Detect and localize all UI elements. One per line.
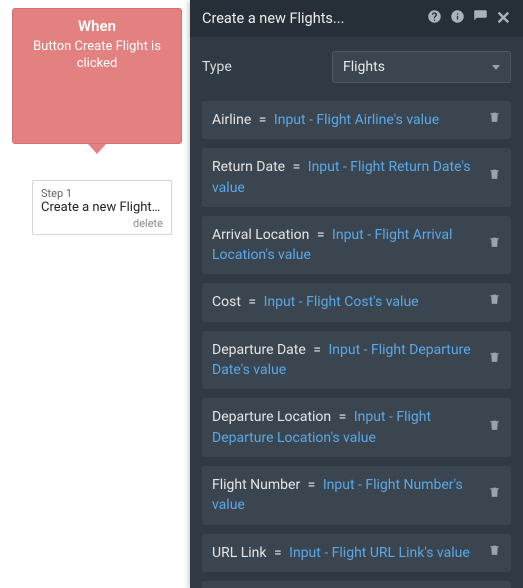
- field-content: URL Link = Input - Flight URL Link's val…: [212, 543, 482, 563]
- field-name: Airline: [212, 112, 251, 128]
- info-icon[interactable]: [450, 9, 465, 28]
- field-content: Cost = Input - Flight Cost's value: [212, 292, 482, 312]
- trash-icon[interactable]: [488, 350, 501, 370]
- field-name: Flight Number: [212, 477, 300, 493]
- field-name: URL Link: [212, 545, 267, 561]
- field-content: Departure Location = Input - Flight Depa…: [212, 407, 482, 448]
- field-content: Departure Date = Input - Flight Departur…: [212, 340, 482, 381]
- panel-title: Create a new Flights...: [202, 10, 344, 27]
- type-select[interactable]: Flights: [332, 51, 511, 83]
- trash-icon[interactable]: [488, 292, 501, 312]
- field-content: Return Date = Input - Flight Return Date…: [212, 157, 482, 198]
- chevron-down-icon: [492, 65, 500, 70]
- field-content: Airline = Input - Flight Airline's value: [212, 110, 482, 130]
- field-row[interactable]: Airline = Input - Flight Airline's value: [202, 101, 511, 139]
- trash-icon[interactable]: [488, 485, 501, 505]
- field-name: Arrival Location: [212, 227, 309, 243]
- property-panel: Create a new Flights... ✕ Type Flights A…: [190, 0, 523, 588]
- step-card[interactable]: Step 1 Create a new Flights... delete: [32, 180, 172, 235]
- field-row[interactable]: Departure Location = Input - Flight Depa…: [202, 398, 511, 457]
- field-row[interactable]: URL Link = Input - Flight URL Link's val…: [202, 534, 511, 572]
- step-title: Create a new Flights...: [41, 200, 163, 215]
- panel-header-icons: ✕: [427, 9, 511, 28]
- type-select-value: Flights: [343, 59, 385, 75]
- panel-body: Type Flights Airline = Input - Flight Ai…: [190, 37, 523, 588]
- trash-icon[interactable]: [488, 110, 501, 130]
- field-value-expression[interactable]: Input - Flight URL Link's value: [289, 545, 470, 561]
- step-number-label: Step 1: [41, 187, 163, 200]
- type-row: Type Flights: [202, 51, 511, 83]
- field-name: Return Date: [212, 159, 285, 175]
- step-delete-link[interactable]: delete: [41, 217, 163, 230]
- equals-sign: =: [274, 545, 282, 561]
- equals-sign: =: [308, 477, 316, 493]
- field-row[interactable]: Arrival Location = Input - Flight Arriva…: [202, 216, 511, 275]
- equals-sign: =: [248, 294, 256, 310]
- equals-sign: =: [293, 159, 301, 175]
- field-value-expression[interactable]: Input - Flight Airline's value: [274, 112, 439, 128]
- field-row[interactable]: Flight Number = Input - Flight Number's …: [202, 466, 511, 525]
- field-name: Cost: [212, 294, 241, 310]
- field-row[interactable]: Departure Date = Input - Flight Departur…: [202, 331, 511, 390]
- equals-sign: =: [259, 112, 267, 128]
- field-content: Flight Number = Input - Flight Number's …: [212, 475, 482, 516]
- field-name: Departure Date: [212, 342, 306, 358]
- equals-sign: =: [313, 342, 321, 358]
- field-name: Departure Location: [212, 409, 331, 425]
- when-event-card[interactable]: When Button Create Flight is clicked: [12, 8, 182, 144]
- flow-connector: [88, 144, 106, 154]
- field-value-expression[interactable]: Input - Flight Cost's value: [264, 294, 419, 310]
- trash-icon[interactable]: [488, 418, 501, 438]
- trash-icon[interactable]: [488, 543, 501, 563]
- type-label: Type: [202, 59, 332, 75]
- trash-icon[interactable]: [488, 235, 501, 255]
- field-row[interactable]: Logo = Input - Flight Image Uploader's v…: [202, 581, 511, 588]
- equals-sign: =: [339, 409, 347, 425]
- close-icon[interactable]: ✕: [496, 10, 511, 28]
- when-condition: Button Create Flight is clicked: [23, 39, 171, 73]
- field-row[interactable]: Cost = Input - Flight Cost's value: [202, 283, 511, 321]
- field-content: Arrival Location = Input - Flight Arriva…: [212, 225, 482, 266]
- field-row[interactable]: Return Date = Input - Flight Return Date…: [202, 148, 511, 207]
- when-title: When: [23, 17, 171, 35]
- trash-icon[interactable]: [488, 167, 501, 187]
- equals-sign: =: [317, 227, 325, 243]
- help-icon[interactable]: [427, 9, 442, 28]
- panel-header: Create a new Flights... ✕: [190, 0, 523, 37]
- fields-list: Airline = Input - Flight Airline's value…: [202, 101, 511, 588]
- comment-icon[interactable]: [473, 9, 488, 28]
